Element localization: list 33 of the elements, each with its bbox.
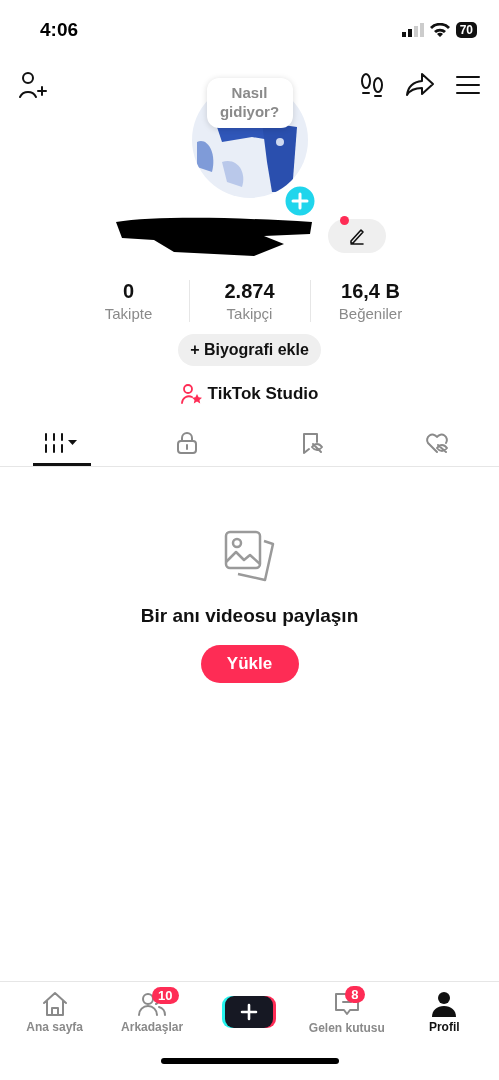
edit-button[interactable]	[327, 219, 386, 253]
battery-level: 70	[455, 22, 477, 38]
home-icon	[40, 990, 69, 1017]
status-bubble[interactable]: Nasıl gidiyor?	[206, 78, 293, 128]
stat-value: 2.874	[224, 280, 275, 303]
stat-value: 16,4 B	[341, 280, 400, 303]
stat-label: Takipte	[104, 305, 153, 322]
notification-badge: 10	[152, 986, 179, 1004]
menu-icon[interactable]	[455, 74, 481, 96]
signal-icon	[401, 23, 424, 37]
stat-value: 0	[122, 280, 135, 303]
empty-message: Bir anı videosu paylaşın	[140, 605, 359, 627]
studio-link[interactable]: TikTok Studio	[180, 384, 319, 404]
wifi-icon	[429, 23, 450, 37]
add-friend-icon[interactable]	[18, 71, 48, 99]
person-icon	[431, 990, 458, 1017]
nav-tab[interactable]: Ana sayfa	[8, 990, 101, 1034]
status-time: 4:06	[40, 19, 79, 41]
person-star-icon	[180, 384, 203, 404]
plus-icon	[240, 1003, 259, 1021]
stat-label: Beğeniler	[338, 305, 403, 322]
create-button[interactable]	[225, 996, 274, 1028]
nav-tab[interactable]: Profil	[398, 990, 491, 1034]
studio-label: TikTok Studio	[207, 384, 319, 404]
photos-icon	[222, 529, 277, 583]
stat-label: Takipçi	[226, 305, 273, 322]
footprints-icon[interactable]	[359, 72, 385, 98]
notification-badge: 8	[344, 985, 365, 1003]
pencil-icon	[347, 227, 366, 245]
share-arrow-icon[interactable]	[405, 72, 435, 98]
add-bio-button[interactable]: + Biyografi ekle	[178, 334, 321, 366]
upload-button[interactable]: Yükle	[200, 645, 299, 683]
lock-icon	[176, 430, 199, 455]
